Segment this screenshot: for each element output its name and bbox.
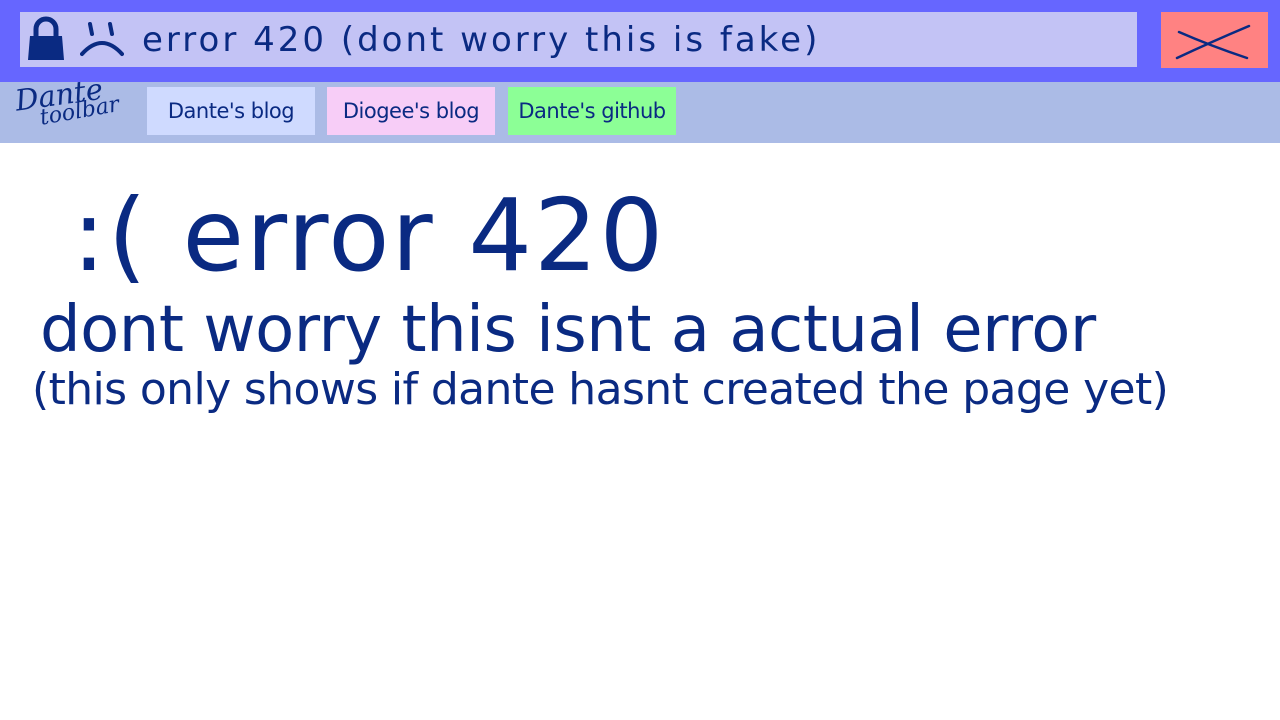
close-x-icon — [1175, 24, 1251, 60]
error-note: (this only shows if dante hasnt created … — [32, 364, 1169, 415]
error-heading: :( error 420 — [72, 177, 666, 294]
title-bar: error 420 (dont worry this is fake) — [0, 0, 1280, 82]
address-bar-text: error 420 (dont worry this is fake) — [142, 20, 821, 60]
toolbar-logo: Dante toolbar — [10, 72, 140, 143]
bookmark-toolbar: Dante toolbar Dante's blog Diogee's blog… — [0, 72, 1280, 143]
tab-dantes-github[interactable]: Dante's github — [508, 87, 676, 135]
close-button[interactable] — [1161, 12, 1268, 68]
tab-dantes-blog[interactable]: Dante's blog — [147, 87, 315, 135]
lock-icon — [28, 16, 64, 60]
tab-label: Diogee's blog — [342, 99, 480, 123]
sad-face-icon — [80, 22, 124, 56]
tab-label: Dante's blog — [167, 99, 295, 123]
tab-label: Dante's github — [518, 99, 666, 123]
error-subtitle: dont worry this isnt a actual error — [40, 293, 1096, 367]
address-bar[interactable]: error 420 (dont worry this is fake) — [20, 12, 1137, 67]
tab-diogees-blog[interactable]: Diogee's blog — [327, 87, 495, 135]
